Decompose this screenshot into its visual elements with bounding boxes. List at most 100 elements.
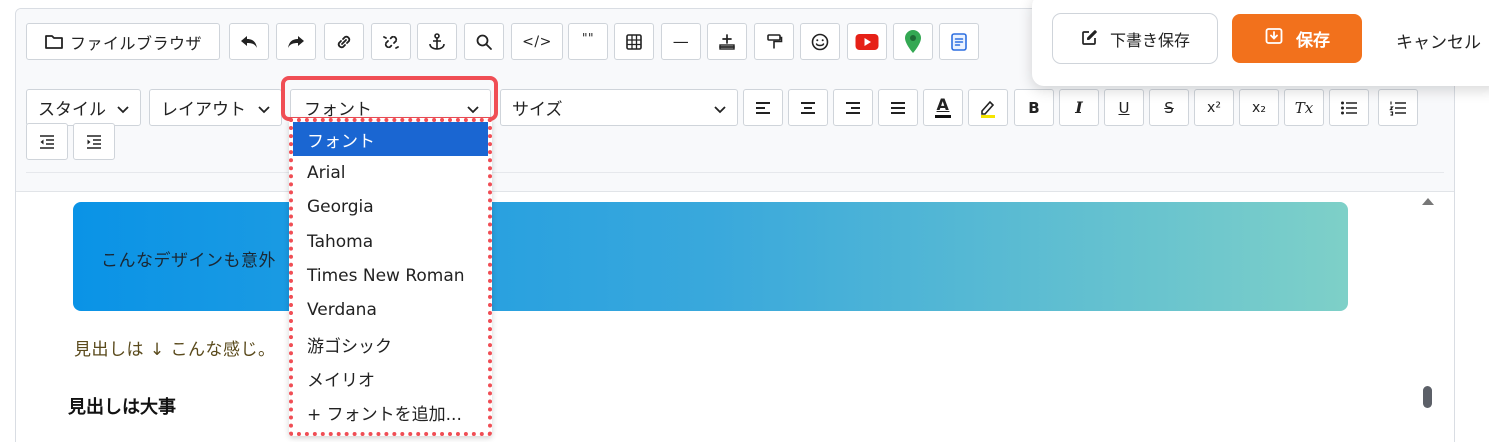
file-browser-button[interactable]: ファイルブラウザ	[26, 23, 220, 60]
insert-block-icon	[718, 33, 736, 51]
map-pin-icon	[903, 29, 923, 55]
edit-icon	[1080, 27, 1100, 51]
unlink-icon	[381, 32, 401, 52]
document-icon	[949, 32, 969, 52]
underline-icon: U	[1118, 98, 1130, 117]
map-button[interactable]	[893, 23, 933, 60]
numbered-list-button[interactable]	[1378, 89, 1418, 126]
chevron-down-icon	[257, 101, 271, 121]
style-select[interactable]: スタイル	[26, 89, 141, 126]
align-left-icon	[754, 100, 772, 116]
gradient-banner: こんなデザインも意外	[73, 202, 1348, 311]
strikethrough-icon: S	[1164, 98, 1174, 117]
font-option-add-font[interactable]: + フォントを追加...	[293, 396, 488, 430]
quote-icon: ""	[581, 30, 595, 45]
font-option-georgia[interactable]: Georgia	[293, 190, 488, 224]
outdent-icon	[38, 134, 56, 150]
undo-button[interactable]	[229, 23, 269, 60]
superscript-button[interactable]: x²	[1194, 89, 1234, 126]
numbered-list-icon	[1389, 100, 1407, 116]
table-button[interactable]	[614, 23, 654, 60]
chevron-down-icon	[116, 101, 130, 121]
paragraph-text: 見出しは ↓ こんな感じ。	[74, 340, 276, 360]
text-color-button[interactable]: A	[923, 89, 963, 126]
align-right-icon	[844, 100, 862, 116]
size-select[interactable]: サイズ	[500, 89, 738, 126]
toolbar-divider	[26, 172, 1444, 173]
align-justify-button[interactable]	[878, 89, 918, 126]
outdent-button[interactable]	[26, 123, 68, 160]
font-option-yu-gothic[interactable]: 游ゴシック	[293, 327, 488, 361]
youtube-button[interactable]	[847, 23, 887, 60]
clear-format-icon: Tx	[1294, 98, 1314, 117]
save-draft-button[interactable]: 下書き保存	[1052, 13, 1218, 64]
download-icon	[1264, 26, 1284, 51]
font-option-times-new-roman[interactable]: Times New Roman	[293, 259, 488, 293]
font-option-default[interactable]: フォント	[293, 122, 488, 157]
font-option-tahoma[interactable]: Tahoma	[293, 225, 488, 259]
format-painter-icon	[765, 33, 783, 51]
align-center-icon	[799, 100, 817, 116]
clear-format-button[interactable]: Tx	[1284, 89, 1324, 126]
style-select-label: スタイル	[38, 100, 106, 120]
font-option-arial[interactable]: Arial	[293, 156, 488, 190]
indent-button[interactable]	[73, 123, 115, 160]
redo-button[interactable]	[276, 23, 316, 60]
search-button[interactable]	[464, 23, 504, 60]
italic-icon: I	[1075, 98, 1083, 117]
highlight-color-button[interactable]	[968, 89, 1008, 126]
align-justify-icon	[889, 100, 907, 116]
highlighter-icon	[978, 97, 998, 119]
layout-select-label: レイアウト	[161, 100, 246, 120]
horizontal-rule-icon: —	[672, 32, 690, 51]
horizontal-rule-button[interactable]: —	[661, 23, 701, 60]
format-painter-button[interactable]	[754, 23, 794, 60]
text-color-swatch	[935, 115, 951, 118]
content-heading: 見出しは大事	[68, 397, 176, 418]
underline-button[interactable]: U	[1104, 89, 1144, 126]
font-option-verdana[interactable]: Verdana	[293, 293, 488, 327]
italic-button[interactable]: I	[1059, 89, 1099, 126]
size-select-label: サイズ	[512, 100, 563, 120]
bullet-list-icon	[1340, 100, 1358, 116]
subscript-button[interactable]: x₂	[1239, 89, 1279, 126]
code-icon: </>	[522, 33, 552, 50]
save-draft-label: 下書き保存	[1109, 30, 1190, 50]
save-button[interactable]: 保存	[1232, 14, 1362, 63]
link-button[interactable]	[324, 23, 364, 60]
strikethrough-button[interactable]: S	[1149, 89, 1189, 126]
layout-select[interactable]: レイアウト	[149, 89, 282, 126]
search-icon	[474, 32, 494, 52]
template-button[interactable]	[939, 23, 979, 60]
subscript-icon: x₂	[1252, 99, 1266, 116]
font-option-meiryo[interactable]: メイリオ	[293, 361, 488, 395]
font-select-highlight	[281, 76, 498, 121]
chevron-down-icon	[713, 101, 727, 121]
bullet-list-button[interactable]	[1329, 89, 1369, 126]
youtube-icon	[855, 33, 879, 51]
insert-block-button[interactable]	[707, 23, 747, 60]
align-left-button[interactable]	[743, 89, 783, 126]
cancel-button[interactable]: キャンセル	[1396, 28, 1481, 53]
quote-button[interactable]: ""	[568, 23, 608, 60]
scroll-up-arrow[interactable]	[1421, 191, 1435, 210]
bold-icon: B	[1028, 98, 1040, 117]
smiley-icon	[810, 32, 830, 52]
undo-icon	[239, 33, 259, 51]
anchor-button[interactable]	[417, 23, 457, 60]
align-right-button[interactable]	[833, 89, 873, 126]
scrollbar-thumb[interactable]	[1423, 386, 1432, 408]
action-panel: 下書き保存 保存 キャンセル	[1032, 0, 1489, 86]
font-dropdown-list[interactable]: フォント Arial Georgia Tahoma Times New Roma…	[289, 118, 492, 436]
emoji-button[interactable]	[800, 23, 840, 60]
anchor-icon	[427, 32, 447, 52]
redo-icon	[286, 33, 306, 51]
bold-button[interactable]: B	[1014, 89, 1054, 126]
table-icon	[625, 33, 643, 51]
code-button[interactable]: </>	[511, 23, 563, 60]
indent-icon	[85, 134, 103, 150]
unlink-button[interactable]	[371, 23, 411, 60]
align-center-button[interactable]	[788, 89, 828, 126]
folder-icon	[44, 33, 64, 51]
editor-content[interactable]: こんなデザインも意外 見出しは ↓ こんな感じ。 見出しは大事	[16, 193, 1454, 442]
